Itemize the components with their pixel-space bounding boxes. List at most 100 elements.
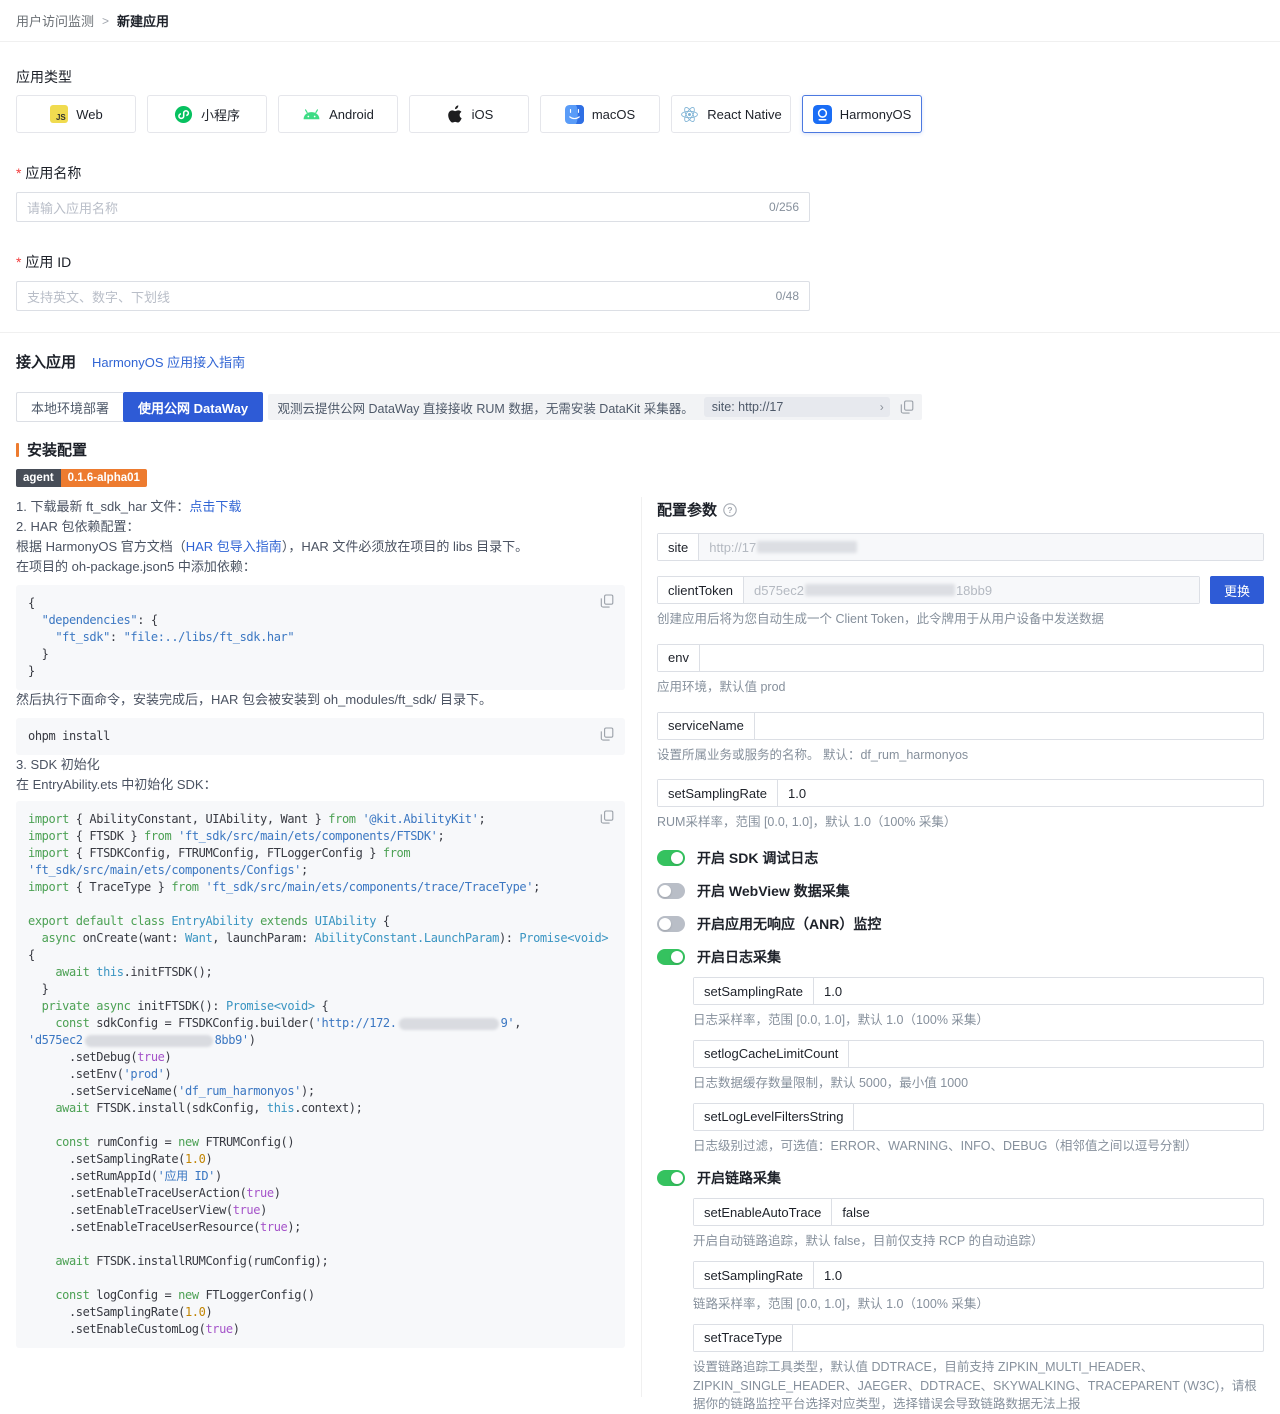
param-value[interactable]: 1.0 <box>814 1262 1263 1288</box>
har-import-guide-link[interactable]: HAR 包导入指南 <box>186 539 282 554</box>
param-row-serviceName: serviceName <box>657 711 1264 740</box>
param-caption: RUM采样率，范围 [0.0, 1.0]，默认 1.0（100% 采集） <box>657 815 957 830</box>
code-line: .setServiceName('df_rum_harmonyos'); <box>28 1084 315 1098</box>
tab-public-dataway[interactable]: 使用公网 DataWay <box>123 392 264 422</box>
code-line: } <box>28 982 49 996</box>
redacted-text <box>804 584 955 596</box>
param-value[interactable] <box>854 1104 1263 1130</box>
param-group: setEnableAutoTrace false 开启自动链路追踪，默认 false… <box>693 1198 1264 1414</box>
code-line: .setSamplingRate(1.0) <box>28 1305 213 1319</box>
harmonyos-guide-link[interactable]: HarmonyOS 应用接入指南 <box>92 352 245 371</box>
tab-local-deploy[interactable]: 本地环境部署 <box>16 392 124 422</box>
toggle-switch[interactable] <box>657 949 685 965</box>
app-type-macos[interactable]: macOS <box>540 95 660 133</box>
redacted-text <box>398 1017 499 1030</box>
param-caption: 设置链路追踪工具类型，默认值 DDTRACE，目前支持 ZIPKIN_MULTI… <box>693 1359 1257 1412</box>
replace-token-button[interactable]: 更换 <box>1209 576 1264 604</box>
code-line: await FTSDK.installRUMConfig(rumConfig); <box>55 1254 329 1268</box>
param-value[interactable] <box>700 645 1263 671</box>
toggle-knob <box>671 951 683 963</box>
code-line: .setSamplingRate(1.0) <box>28 1152 213 1166</box>
react-icon <box>680 105 699 124</box>
param-input-setSamplingRate: setSamplingRate 1.0 <box>693 977 1264 1005</box>
code-line: export default class EntryAbility extend… <box>28 914 390 928</box>
app-id-input[interactable]: 支持英文、数字、下划线 0/48 <box>16 281 810 311</box>
step3-text: 3. SDK 初始化 <box>16 757 100 772</box>
app-type-label: iOS <box>471 106 494 122</box>
param-value[interactable] <box>849 1041 1263 1067</box>
param-label: env <box>658 644 700 671</box>
copy-icon[interactable] <box>600 727 614 741</box>
code-line: 'ft_sdk/src/main/ets/components/Configs'… <box>28 863 308 877</box>
param-input-setSamplingRate: setSamplingRate 1.0 <box>657 779 1264 808</box>
app-type-小程序[interactable]: 小程序 <box>147 95 267 133</box>
param-input-env: env <box>657 643 1264 672</box>
code-line: await FTSDK.install(sdkConfig, this.cont… <box>55 1101 363 1115</box>
app-type-react-native[interactable]: React Native <box>671 95 791 133</box>
toggle-knob <box>671 852 683 864</box>
app-name-placeholder: 请输入应用名称 <box>27 200 119 216</box>
toggle-switch[interactable] <box>657 850 685 866</box>
param-value-text: http://17 <box>709 539 757 555</box>
config-params-column: 配置参数 ? site http://17 clientToken d575ec2 18… <box>642 497 1264 1414</box>
dataway-info-text: 观测云提供公网 DataWay 直接接收 RUM 数据，无需安装 DataKit… <box>277 401 694 416</box>
code-line: } <box>28 647 49 661</box>
app-type-label: Web <box>76 106 103 122</box>
run-command-text: 然后执行下面命令，安装完成后，HAR 包会被安装到 oh_modules/ft_… <box>16 692 493 707</box>
copy-icon[interactable] <box>600 810 614 824</box>
app-type-harmonyos[interactable]: HarmonyOS <box>802 95 922 133</box>
install-steps-column: 1. 下载最新 ft_sdk_har 文件：点击下载 2. HAR 包依赖配置：… <box>16 497 642 1397</box>
toggle-switch[interactable] <box>657 1170 685 1187</box>
toggle-row: 开启应用无响应（ANR）监控 <box>657 914 1264 934</box>
param-row-setEnableAutoTrace: setEnableAutoTrace false <box>693 1198 1264 1227</box>
param-row-env: env <box>657 643 1264 672</box>
toggle-knob <box>671 1172 683 1185</box>
param-label: clientToken <box>658 577 745 603</box>
step1-text: 1. 下载最新 ft_sdk_har 文件：点击下载 <box>16 499 242 514</box>
app-name-input[interactable]: 请输入应用名称 0/256 <box>16 192 810 222</box>
code-line: const rumConfig = new FTRUMConfig() <box>55 1135 295 1149</box>
param-input-setLogLevelFiltersString: setLogLevelFiltersString <box>693 1102 1264 1131</box>
dataway-info-bar: 观测云提供公网 DataWay 直接接收 RUM 数据，无需安装 DataKit… <box>267 394 922 420</box>
app-type-label: 应用类型 <box>16 69 72 85</box>
param-row-setlogCacheLimitCount: setlogCacheLimitCount <box>693 1039 1264 1068</box>
app-name-label: 应用名称 <box>16 163 1264 183</box>
param-value[interactable]: 1.0 <box>814 978 1263 1004</box>
param-value[interactable] <box>755 713 1263 739</box>
app-type-android[interactable]: Android <box>278 95 398 133</box>
download-link[interactable]: 点击下载 <box>189 499 241 514</box>
param-value[interactable] <box>793 1325 1263 1351</box>
param-input-setEnableAutoTrace: setEnableAutoTrace false <box>693 1198 1264 1227</box>
toggle-knob <box>659 918 671 930</box>
code-line: { <box>28 596 35 610</box>
toggle-label: 开启 WebView 数据采集 <box>697 883 850 899</box>
param-group: setSamplingRate 1.0 日志采样率，范围 [0.0, 1.0]，默认… <box>693 977 1264 1155</box>
param-input-clientToken: clientToken d575ec2 18bb9 <box>657 576 1200 604</box>
param-value: http://17 <box>699 534 1263 560</box>
toggle-row: 开启 SDK 调试日志 <box>657 848 1264 868</box>
param-value[interactable]: 1.0 <box>778 780 1263 806</box>
app-id-counter: 0/48 <box>775 289 799 303</box>
app-type-ios[interactable]: iOS <box>409 95 529 133</box>
copy-icon[interactable] <box>600 594 614 608</box>
toggle-row: 开启 WebView 数据采集 <box>657 881 1264 901</box>
code-line: import { FTSDKConfig, FTRUMConfig, FTLog… <box>28 846 411 860</box>
toggle-switch[interactable] <box>657 883 685 899</box>
help-icon[interactable]: ? <box>723 502 737 517</box>
param-row-site: site http://17 <box>657 533 1264 561</box>
copy-icon[interactable] <box>900 400 914 414</box>
toggle-label: 开启日志采集 <box>697 949 781 965</box>
install-config-title: 安装配置 <box>27 442 88 459</box>
app-type-web[interactable]: JS Web <box>16 95 136 133</box>
toggle-switch[interactable] <box>657 916 685 932</box>
breadcrumb-separator: > <box>102 13 110 28</box>
code-line: "dependencies": { <box>41 613 158 627</box>
param-label: setSamplingRate <box>694 978 814 1004</box>
code-line: .setEnableCustomLog(true) <box>28 1322 240 1336</box>
breadcrumb-section[interactable]: 用户访问监测 <box>16 11 94 30</box>
param-value[interactable]: false <box>832 1199 1263 1225</box>
site-url-pill: site: http://17 › <box>703 397 890 417</box>
code-line: 'd575ec2 8bb9') <box>28 1033 256 1047</box>
code-line: .setRumAppId('应用 ID') <box>28 1169 222 1183</box>
